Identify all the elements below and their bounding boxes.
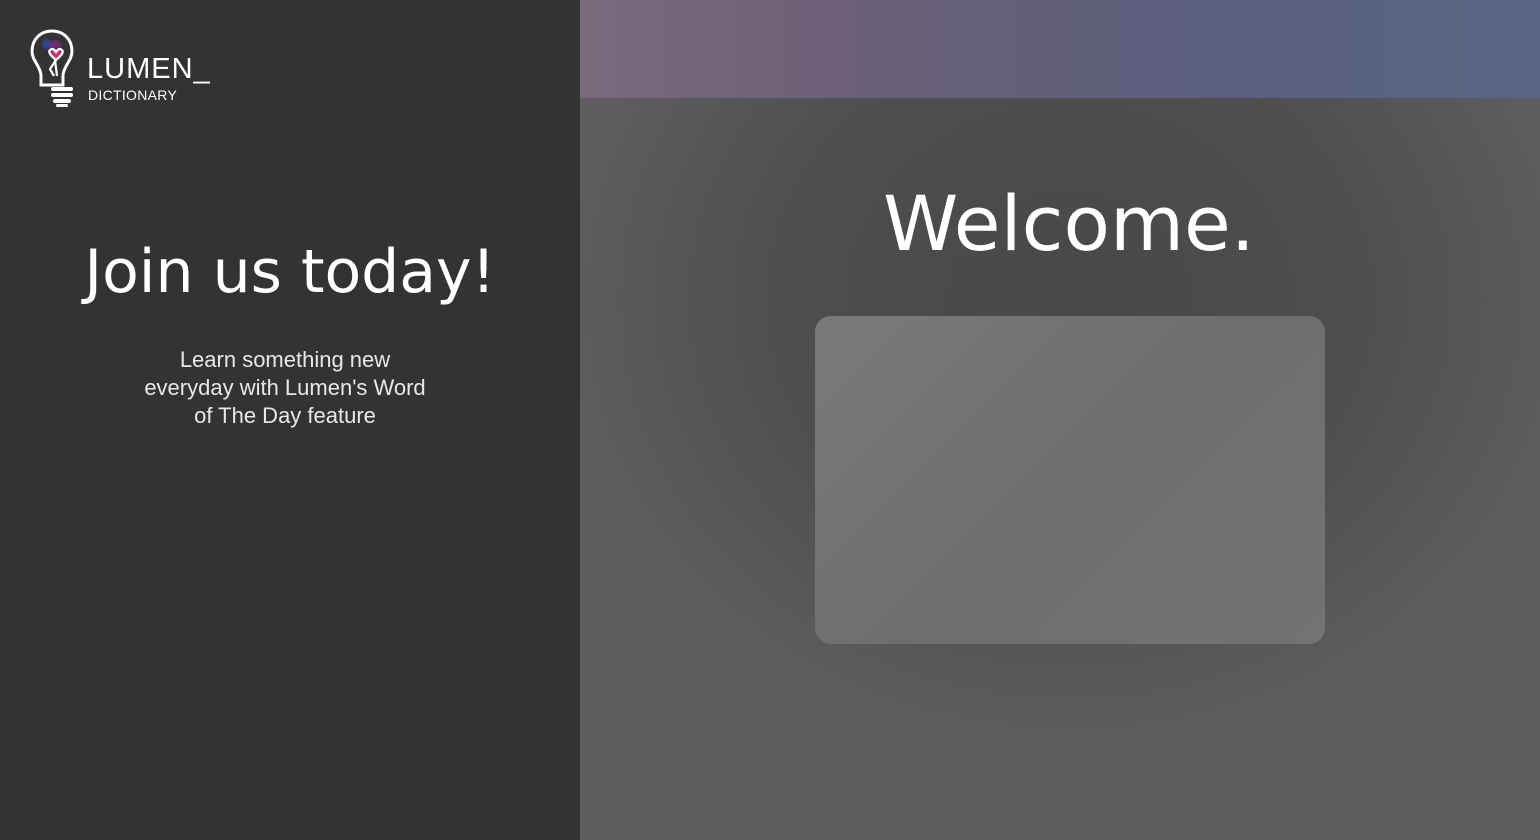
join-heading: Join us today! — [84, 237, 496, 307]
login-form-card[interactable] — [815, 316, 1325, 644]
page: LUMEN_ DICTIONARY Join us today! Learn s… — [0, 0, 1540, 840]
brand-subtitle: DICTIONARY — [88, 87, 178, 103]
left-panel: LUMEN_ DICTIONARY Join us today! Learn s… — [0, 0, 580, 840]
join-description: Learn something new everyday with Lumen'… — [144, 347, 426, 428]
header-gradient-band — [580, 0, 1540, 98]
lightbulb-heart-icon — [30, 29, 74, 107]
right-panel: Welcome. — [580, 0, 1540, 840]
brand-name: LUMEN_ — [87, 53, 211, 85]
welcome-heading: Welcome. — [883, 179, 1255, 268]
brand-logo[interactable]: LUMEN_ DICTIONARY — [29, 29, 211, 109]
